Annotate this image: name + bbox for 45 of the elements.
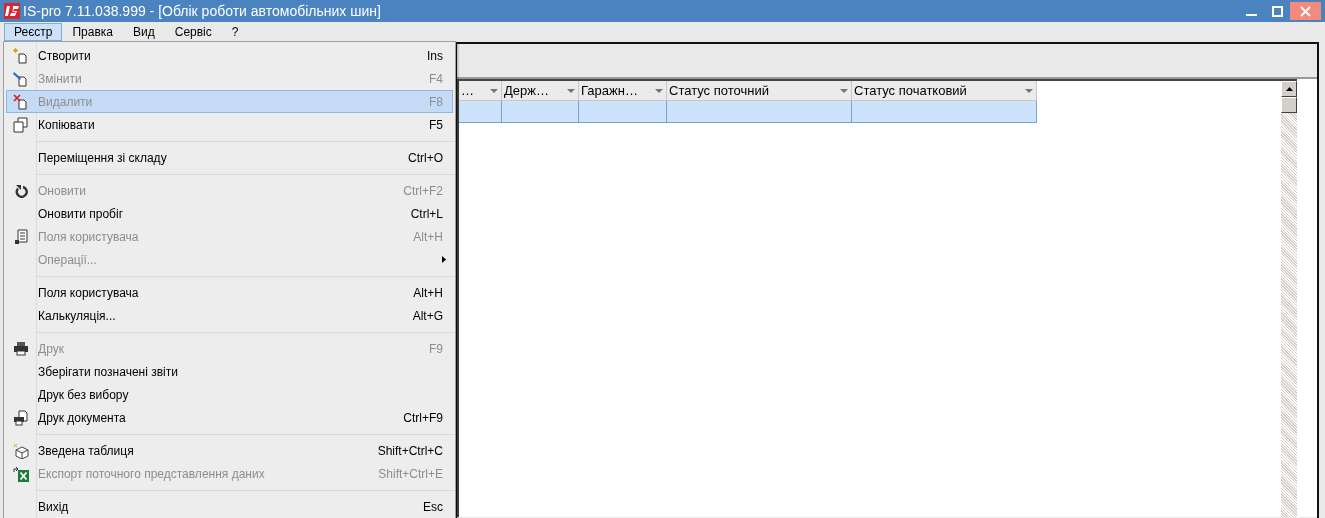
delete-document-icon	[13, 93, 29, 110]
copy-icon	[13, 116, 29, 133]
menu-item[interactable]: Друк документа Ctrl+F9	[6, 406, 453, 429]
scrollbar[interactable]	[1281, 79, 1297, 517]
dropdown-arrow-icon	[567, 88, 575, 93]
cube-icon	[13, 442, 29, 459]
form-icon	[14, 228, 28, 245]
menu-item[interactable]: Зберігати позначені звіти	[6, 360, 453, 383]
menu-item[interactable]: Друк без вибору	[6, 383, 453, 406]
dropdown-arrow-icon	[840, 88, 848, 93]
dropdown-arrow-icon	[490, 88, 498, 93]
menu-bar-item[interactable]: Сервіс	[164, 22, 222, 41]
close-button[interactable]	[1290, 2, 1321, 20]
up-arrow-icon	[1285, 87, 1293, 91]
menu-bar-item[interactable]: Правка	[62, 22, 123, 41]
menu-item[interactable]: Калькуляція... Alt+G	[6, 304, 453, 327]
column-header[interactable]: Гаражн…	[579, 81, 667, 101]
column-header[interactable]: Статус поточний	[667, 81, 852, 101]
excel-export-icon	[13, 465, 29, 482]
new-document-icon	[13, 47, 29, 64]
scroll-thumb[interactable]	[1281, 97, 1297, 113]
table-row[interactable]	[459, 101, 1037, 123]
column-header[interactable]: Держ…	[502, 81, 579, 101]
dropdown-arrow-icon	[1025, 88, 1033, 93]
column-header[interactable]: Статус початковий	[852, 81, 1037, 101]
menu-item[interactable]: Створити Ins	[6, 44, 453, 67]
menu-item[interactable]: Оновити пробіг Ctrl+L	[6, 202, 453, 225]
menu-item[interactable]: Копіювати F5	[6, 113, 453, 136]
scroll-up-button[interactable]	[1281, 81, 1297, 97]
edit-document-icon	[13, 70, 29, 87]
close-icon	[1300, 5, 1311, 17]
printer-icon	[13, 341, 29, 356]
menu-bar-item[interactable]: Реєстр	[4, 22, 63, 41]
window-title: IS-pro 7.11.038.999 - [Облік роботи автомобільних шин]	[23, 1, 381, 21]
column-header[interactable]: …	[459, 81, 502, 101]
app-logo-icon	[4, 3, 20, 19]
menu-item[interactable]: Вихід Esc	[6, 495, 453, 518]
menu-item[interactable]: Зведена таблиця Shift+Ctrl+C	[6, 439, 453, 462]
refresh-icon	[14, 183, 28, 198]
dropdown-arrow-icon	[655, 88, 663, 93]
print-document-icon	[13, 409, 29, 426]
menu-bar-item[interactable]: Вид	[123, 22, 165, 41]
menu-bar-item[interactable]: ?	[221, 22, 249, 41]
menu-item[interactable]: Переміщення зі складу Ctrl+O	[6, 146, 453, 169]
menu-item[interactable]: Поля користувача Alt+H	[6, 281, 453, 304]
